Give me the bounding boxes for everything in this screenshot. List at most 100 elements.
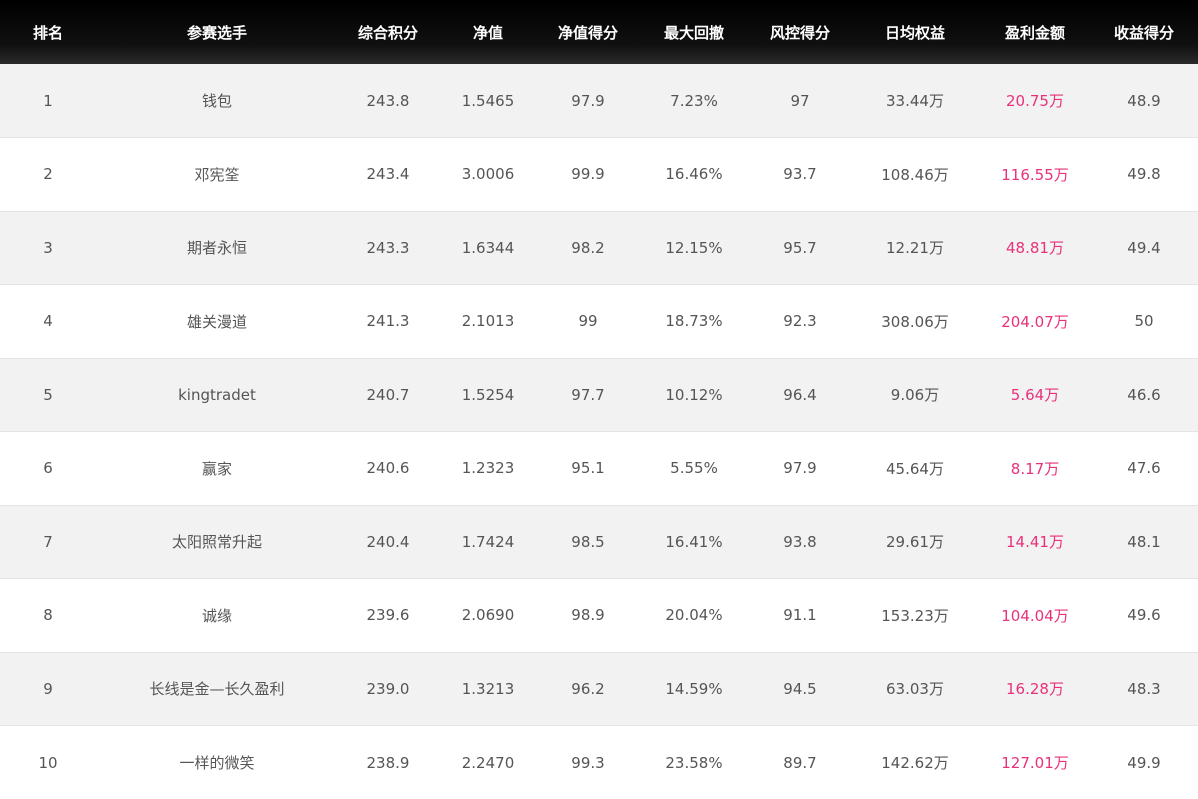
cell-risk-score: 93.7 [750, 137, 850, 211]
header-player: 参赛选手 [186, 23, 247, 42]
cell-net-value: 1.7424 [438, 504, 538, 579]
cell-total-score: 239.6 [338, 578, 438, 652]
cell-player: 长线是金—长久盈利 [96, 651, 338, 726]
cell-daily-equity: 9.06万 [850, 357, 980, 432]
cell-max-drawdown: 12.15% [638, 210, 750, 285]
cell-net-value: 1.2323 [438, 431, 538, 505]
cell-max-drawdown: 23.58% [638, 725, 750, 799]
cell-risk-score: 94.5 [750, 651, 850, 726]
header-max-drawdown: 最大回撤 [663, 23, 724, 42]
cell-daily-equity: 142.62万 [850, 725, 980, 799]
cell-profit: 116.55万 [980, 137, 1090, 211]
header-net-value: 净值 [472, 23, 503, 42]
cell-risk-score: 96.4 [750, 357, 850, 432]
ranking-table: 排名 参赛选手 综合积分 净值 净值得分 最大回撤 风控得分 日均权益 盈利金额… [0, 0, 1198, 799]
table-row: 3 期者永恒 243.3 1.6344 98.2 12.15% 95.7 12.21万 48.8… [0, 210, 1198, 285]
cell-profit: 48.81万 [980, 210, 1090, 285]
cell-total-score: 243.3 [338, 210, 438, 285]
cell-net-value-score: 98.5 [538, 504, 638, 579]
cell-return-score: 49.4 [1090, 210, 1198, 285]
cell-net-value-score: 96.2 [538, 651, 638, 726]
header-net-value-score: 净值得分 [557, 23, 618, 42]
cell-profit: 5.64万 [980, 357, 1090, 432]
cell-risk-score: 95.7 [750, 210, 850, 285]
cell-profit: 14.41万 [980, 504, 1090, 579]
cell-net-value-score: 98.9 [538, 578, 638, 652]
header-risk-score: 风控得分 [769, 23, 830, 42]
cell-rank: 9 [0, 651, 96, 726]
table-row: 1 钱包 243.8 1.5465 97.9 7.23% 97 33.44万 20.75万 48.… [0, 64, 1198, 138]
cell-daily-equity: 308.06万 [850, 284, 980, 358]
cell-player: 钱包 [201, 92, 232, 110]
cell-net-value-score: 97.7 [538, 357, 638, 432]
cell-daily-equity: 33.44万 [886, 92, 944, 110]
cell-total-score: 241.3 [338, 284, 438, 358]
cell-profit: 127.01万 [980, 725, 1090, 799]
cell-player: kingtradet [96, 357, 338, 432]
table-row: 9 长线是金—长久盈利 239.0 1.3213 96.2 14.59% 94.5 63.03… [0, 651, 1198, 726]
cell-rank: 8 [0, 578, 96, 652]
cell-risk-score: 93.8 [750, 504, 850, 579]
ranking-board: 排名 参赛选手 综合积分 净值 净值得分 最大回撤 风控得分 日均权益 盈利金额… [0, 0, 1198, 799]
table-row: 2 邓宪筌 243.4 3.0006 99.9 16.46% 93.7 108.46万 116.… [0, 137, 1198, 211]
cell-daily-equity: 63.03万 [850, 651, 980, 726]
table-row: 6 赢家 240.6 1.2323 95.1 5.55% 97.9 45.64万 8.17万 47… [0, 431, 1198, 505]
cell-risk-score: 92.3 [750, 284, 850, 358]
table-row: 8 诚缘 239.6 2.0690 98.9 20.04% 91.1 153.23万 104.0… [0, 578, 1198, 652]
cell-net-value: 1.5465 [461, 91, 515, 110]
cell-rank: 2 [0, 137, 96, 211]
cell-return-score: 49.8 [1090, 137, 1198, 211]
cell-player: 期者永恒 [96, 210, 338, 285]
table-header: 排名 参赛选手 综合积分 净值 净值得分 最大回撤 风控得分 日均权益 盈利金额… [0, 0, 1198, 64]
cell-net-value: 2.1013 [438, 284, 538, 358]
table-row: 10 一样的微笑 238.9 2.2470 99.3 23.58% 89.7 142.62万 1… [0, 725, 1198, 799]
cell-player: 雄关漫道 [96, 284, 338, 358]
cell-total-score: 238.9 [338, 725, 438, 799]
header-return-score: 收益得分 [1113, 23, 1174, 42]
table-row: 5 kingtradet 240.7 1.5254 97.7 10.12% 96.4 9.06… [0, 357, 1198, 432]
cell-max-drawdown: 20.04% [638, 578, 750, 652]
cell-total-score: 243.8 [366, 91, 410, 110]
cell-net-value-score: 97.9 [571, 91, 605, 110]
cell-total-score: 243.4 [338, 137, 438, 211]
cell-total-score: 240.6 [338, 431, 438, 505]
cell-max-drawdown: 16.41% [638, 504, 750, 579]
cell-return-score: 50 [1090, 284, 1198, 358]
cell-net-value: 3.0006 [438, 137, 538, 211]
cell-net-value: 2.0690 [438, 578, 538, 652]
cell-player: 赢家 [96, 431, 338, 505]
cell-max-drawdown: 18.73% [638, 284, 750, 358]
cell-total-score: 240.4 [338, 504, 438, 579]
cell-max-drawdown: 10.12% [638, 357, 750, 432]
cell-daily-equity: 45.64万 [850, 431, 980, 505]
cell-risk-score: 91.1 [750, 578, 850, 652]
cell-profit: 20.75万 [1006, 92, 1064, 110]
cell-max-drawdown: 7.23% [670, 91, 718, 110]
cell-return-score: 49.6 [1090, 578, 1198, 652]
cell-risk-score: 97 [790, 91, 810, 110]
cell-daily-equity: 12.21万 [850, 210, 980, 285]
cell-max-drawdown: 5.55% [638, 431, 750, 505]
cell-net-value: 1.5254 [438, 357, 538, 432]
cell-return-score: 48.1 [1090, 504, 1198, 579]
cell-net-value: 1.6344 [438, 210, 538, 285]
cell-return-score: 46.6 [1090, 357, 1198, 432]
header-daily-equity: 日均权益 [884, 23, 945, 42]
cell-risk-score: 89.7 [750, 725, 850, 799]
cell-net-value-score: 98.2 [538, 210, 638, 285]
cell-rank: 3 [0, 210, 96, 285]
cell-net-value-score: 95.1 [538, 431, 638, 505]
cell-player: 一样的微笑 [96, 725, 338, 799]
cell-return-score: 47.6 [1090, 431, 1198, 505]
header-row: 排名 参赛选手 综合积分 净值 净值得分 最大回撤 风控得分 日均权益 盈利金额… [0, 0, 1198, 64]
cell-player: 诚缘 [96, 578, 338, 652]
header-rank: 排名 [32, 23, 63, 42]
cell-net-value: 1.3213 [438, 651, 538, 726]
cell-total-score: 239.0 [338, 651, 438, 726]
cell-daily-equity: 29.61万 [850, 504, 980, 579]
cell-player: 邓宪筌 [96, 137, 338, 211]
cell-net-value-score: 99.3 [538, 725, 638, 799]
cell-rank: 10 [0, 725, 96, 799]
cell-profit: 16.28万 [980, 651, 1090, 726]
cell-daily-equity: 108.46万 [850, 137, 980, 211]
